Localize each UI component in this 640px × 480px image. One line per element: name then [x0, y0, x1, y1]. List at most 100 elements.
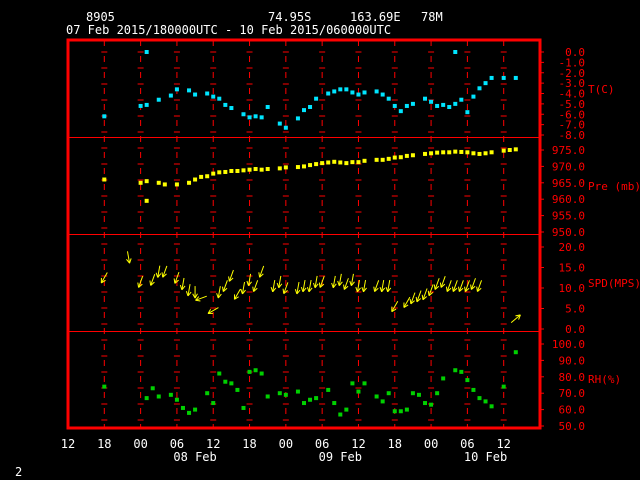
- wind-arrow: [233, 288, 241, 300]
- data-point: [386, 391, 391, 396]
- data-point: [471, 94, 476, 99]
- data-point: [247, 369, 252, 374]
- data-point: [168, 93, 173, 98]
- data-point: [247, 167, 252, 172]
- data-point: [247, 115, 252, 120]
- data-point: [489, 150, 494, 155]
- data-point: [156, 180, 161, 185]
- y-tick-label: 965.0: [552, 177, 585, 190]
- data-point: [168, 392, 173, 397]
- y-tick-label: 0.0: [565, 323, 585, 336]
- x-tick-label: 06: [315, 437, 329, 451]
- data-point: [386, 156, 391, 161]
- wind-arrow: [222, 280, 228, 292]
- wind-arrow: [312, 275, 319, 289]
- data-point: [205, 391, 210, 396]
- data-point: [332, 89, 337, 94]
- data-point: [295, 389, 300, 394]
- data-point: [295, 165, 300, 170]
- wind-arrow: [228, 269, 234, 282]
- x-tick-label: 00: [424, 437, 438, 451]
- data-point: [507, 148, 512, 152]
- data-point: [398, 109, 403, 114]
- data-point: [465, 150, 470, 155]
- wind-arrow: [300, 279, 307, 293]
- wind-arrow: [306, 279, 313, 293]
- data-point: [447, 104, 452, 109]
- data-point: [477, 86, 482, 91]
- axis-label: Pre (mb): [588, 180, 640, 193]
- data-point: [332, 401, 337, 406]
- data-point: [489, 404, 494, 409]
- wind-arrow: [510, 314, 521, 323]
- x-tick-label: 18: [388, 437, 402, 451]
- data-point: [187, 180, 192, 185]
- data-point: [144, 179, 149, 184]
- wind-arrow: [192, 286, 198, 299]
- data-point: [429, 99, 434, 104]
- data-point: [386, 96, 391, 101]
- wind-arrow: [427, 284, 434, 297]
- data-point: [441, 376, 446, 381]
- data-point: [253, 368, 258, 373]
- data-point: [193, 407, 198, 412]
- wind-arrow: [379, 279, 386, 293]
- wind-arrow: [458, 280, 464, 292]
- data-point: [362, 158, 367, 163]
- data-point: [338, 87, 343, 92]
- x-tick-label: 12: [496, 437, 510, 451]
- data-point: [453, 368, 458, 373]
- data-point: [326, 160, 331, 165]
- data-point: [350, 160, 355, 165]
- data-point: [326, 387, 331, 392]
- data-point: [314, 396, 319, 401]
- wind-arrow: [331, 275, 337, 289]
- wind-arrow: [216, 286, 222, 299]
- data-point: [338, 412, 343, 417]
- wind-arrow: [403, 296, 411, 308]
- data-point: [410, 391, 415, 396]
- data-point: [265, 167, 270, 172]
- x-date-label: 10 Feb: [464, 450, 507, 464]
- wind-arrow: [470, 278, 476, 290]
- x-date-label: 08 Feb: [173, 450, 216, 464]
- wind-arrow: [343, 278, 349, 290]
- data-point: [398, 409, 403, 414]
- data-point: [187, 88, 192, 93]
- x-tick-label: 06: [170, 437, 184, 451]
- x-date-label: 09 Feb: [319, 450, 362, 464]
- wind-arrow: [173, 271, 180, 284]
- meteogram-chart: 12 18 00 06 12 18 00 06 12 18 00 06 1208 Feb 09 Feb 10…: [61, 38, 640, 464]
- data-point: [441, 150, 446, 155]
- x-tick-label: 12: [61, 437, 75, 451]
- data-point: [217, 170, 222, 175]
- wind-arrow: [349, 273, 355, 287]
- data-point: [223, 169, 228, 174]
- data-point: [392, 103, 397, 108]
- data-point: [501, 148, 506, 153]
- axis-label: T(C): [588, 83, 615, 96]
- data-point: [429, 151, 434, 156]
- data-point: [277, 121, 282, 126]
- data-point: [471, 151, 476, 156]
- data-point: [429, 402, 434, 407]
- y-tick-label: 90.0: [559, 354, 586, 367]
- data-point: [217, 371, 222, 376]
- data-point: [223, 102, 228, 107]
- data-point: [344, 87, 349, 92]
- wind-arrow: [361, 279, 367, 293]
- data-point: [320, 161, 325, 166]
- data-point: [229, 168, 234, 173]
- data-point: [265, 104, 270, 109]
- data-point: [211, 171, 216, 176]
- x-tick-label: 00: [279, 437, 293, 451]
- y-tick-label: 950.0: [552, 226, 585, 239]
- wind-arrow: [185, 284, 192, 297]
- data-point: [229, 381, 234, 386]
- wind-arrow: [276, 275, 283, 289]
- data-point: [501, 75, 506, 80]
- data-point: [513, 147, 518, 152]
- data-point: [374, 157, 379, 162]
- data-point: [302, 164, 306, 169]
- data-point: [314, 162, 319, 167]
